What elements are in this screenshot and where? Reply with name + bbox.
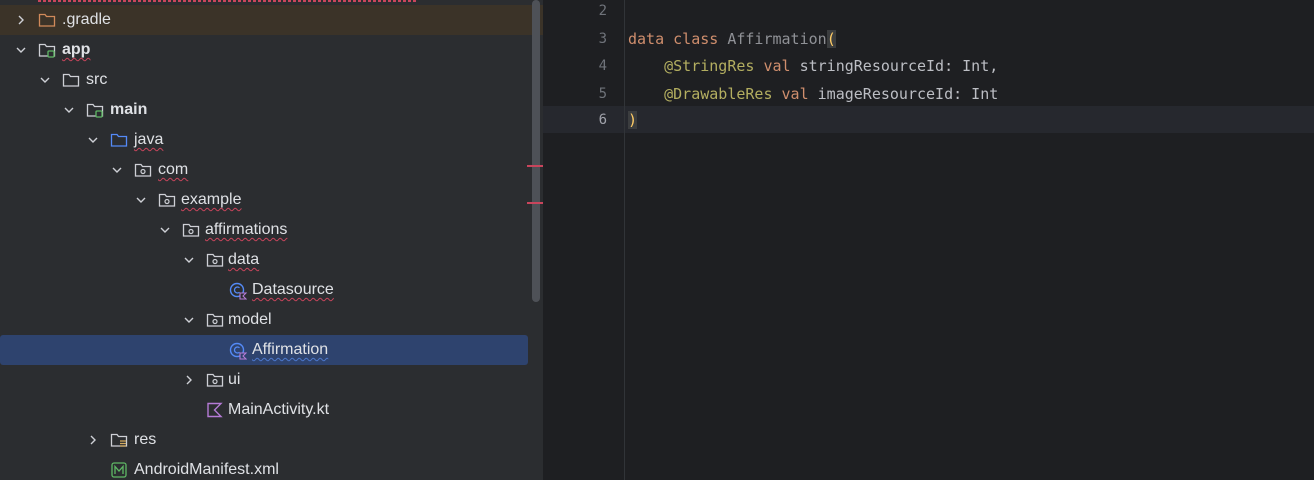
line-number[interactable]: 4 [543,57,607,75]
tree-item-label: main [110,101,148,118]
resources-folder-icon [110,432,128,448]
tree-item-example[interactable]: example [0,185,530,215]
kotlin-class-icon [229,282,247,300]
package-icon [206,372,224,388]
keyword: data [628,30,665,48]
line-number-current[interactable]: 6 [543,111,607,129]
module-folder-icon [38,42,56,58]
package-icon [134,162,152,178]
tree-item-datasource[interactable]: Datasource [0,275,530,305]
class-name: Affirmation [727,30,827,48]
type-decl: : Int [953,85,999,103]
tree-item-label: model [228,311,272,328]
code-line-6[interactable]: ) [628,111,638,129]
code-line-5[interactable]: @DrawableRes val imageResourceId: Int [628,85,998,103]
tree-item-ui[interactable]: ui [0,365,530,395]
tree-item-gradle[interactable]: .gradle [0,5,543,35]
package-icon [206,312,224,328]
code-line-3[interactable]: data class Affirmation( [628,30,836,48]
tree-item-label: AndroidManifest.xml [134,461,279,478]
tree-item-label: ui [228,371,241,388]
chevron-down-icon[interactable] [159,224,171,236]
package-icon [206,252,224,268]
tree-item-affirmation[interactable]: Affirmation [0,335,528,365]
kotlin-class-icon [229,342,247,360]
folder-icon [62,72,80,88]
tree-scrollbar[interactable] [532,0,540,302]
matching-paren: ( [826,30,836,48]
tree-item-label: .gradle [62,11,111,28]
tree-item-label: affirmations [205,221,288,238]
code-line-4[interactable]: @StringRes val stringResourceId: Int, [628,57,998,75]
error-underline-strip [38,0,418,2]
manifest-icon [110,462,128,478]
tree-item-mainactivity[interactable]: MainActivity.kt [0,395,530,425]
tree-item-affirmations[interactable]: affirmations [0,215,530,245]
chevron-down-icon[interactable] [183,314,195,326]
chevron-right-icon[interactable] [87,434,99,446]
tree-item-main[interactable]: main [0,95,530,125]
chevron-down-icon[interactable] [63,104,75,116]
tree-item-res[interactable]: res [0,425,530,455]
tree-item-app[interactable]: app [0,35,530,65]
chevron-right-icon[interactable] [15,14,27,26]
chevron-down-icon[interactable] [15,44,27,56]
tree-item-label: java [134,131,164,148]
type-decl: : Int, [944,57,999,75]
parameter-name: imageResourceId [817,85,954,103]
parameter-name: stringResourceId [799,57,945,75]
tree-item-model[interactable]: model [0,305,530,335]
java-source-folder-icon [110,132,128,148]
tree-item-label: data [228,251,260,268]
tree-item-androidmanifest[interactable]: AndroidManifest.xml [0,455,530,480]
line-number[interactable]: 3 [543,30,607,48]
gutter-separator [624,0,625,480]
tree-item-label: res [134,431,157,448]
chevron-down-icon[interactable] [183,254,195,266]
package-icon [182,222,200,238]
tree-item-label: Affirmation [252,341,329,358]
annotation: @DrawableRes [664,85,773,103]
error-stripe-mark[interactable] [527,202,543,204]
tree-item-label: app [62,41,91,58]
tree-item-label: example [181,191,242,208]
kotlin-file-icon [206,402,224,418]
keyword: class [673,30,719,48]
tree-item-label: MainActivity.kt [228,401,330,418]
chevron-right-icon[interactable] [183,374,195,386]
code-editor[interactable]: 2 3 4 5 6 data class Affirmation( @Strin… [543,0,1314,480]
tree-item-label: src [86,71,108,88]
source-root-folder-icon [86,102,104,118]
tree-item-label: com [158,161,189,178]
current-line-highlight [543,106,1314,133]
matching-paren: ) [628,111,638,129]
keyword: val [781,85,809,103]
tree-item-src[interactable]: src [0,65,530,95]
keyword: val [763,57,791,75]
line-number[interactable]: 5 [543,85,607,103]
annotation: @StringRes [664,57,755,75]
package-icon [158,192,176,208]
chevron-down-icon[interactable] [87,134,99,146]
project-tree-panel: .gradle app src main java com example af… [0,0,543,480]
tree-item-com[interactable]: com [0,155,530,185]
tree-item-label: Datasource [252,281,334,298]
folder-icon [38,12,56,28]
chevron-down-icon[interactable] [39,74,51,86]
tree-item-java[interactable]: java [0,125,530,155]
error-stripe-mark[interactable] [527,165,543,167]
tree-item-data[interactable]: data [0,245,530,275]
line-number[interactable]: 2 [543,2,607,20]
chevron-down-icon[interactable] [135,194,147,206]
chevron-down-icon[interactable] [111,164,123,176]
